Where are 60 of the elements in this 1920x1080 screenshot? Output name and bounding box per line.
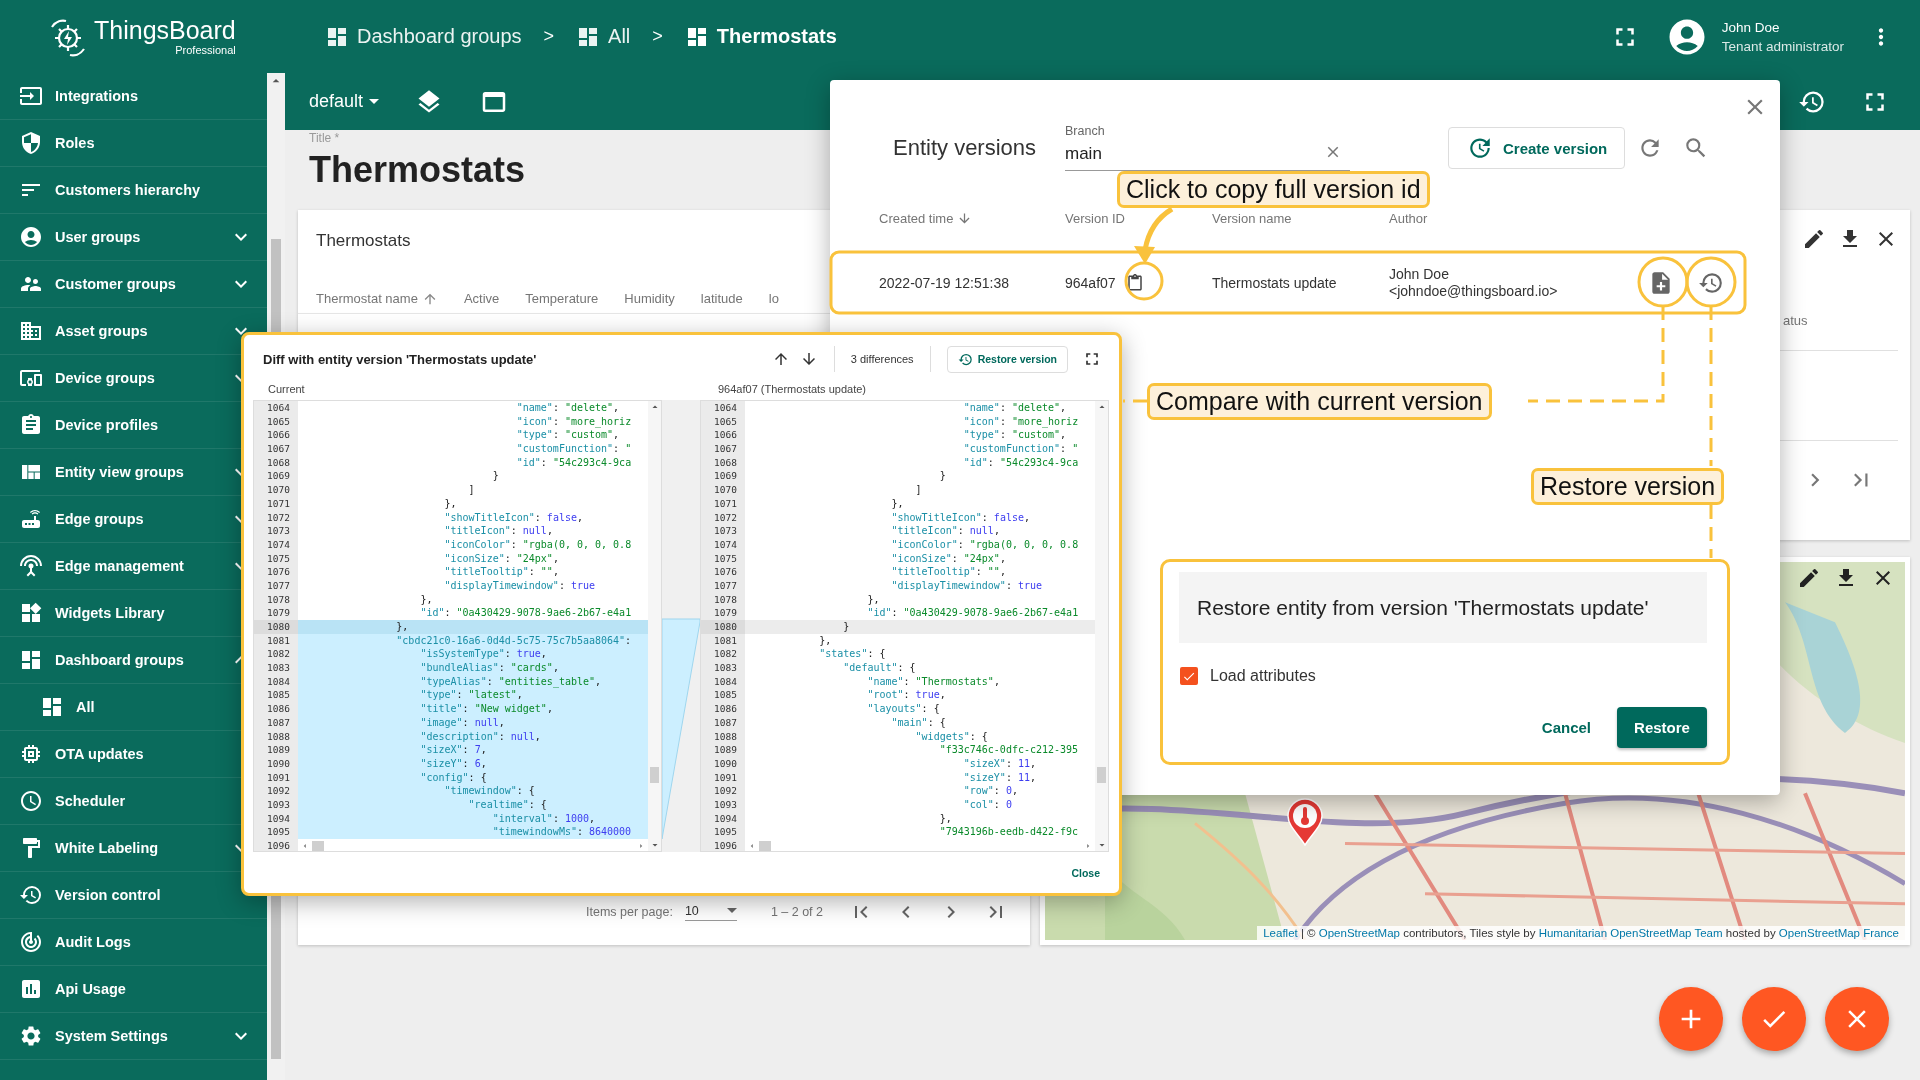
line-number: 1086 (701, 702, 745, 716)
line-number: 1076 (701, 565, 745, 579)
panel-label: Current (268, 383, 306, 397)
differences-count: 3 differences (850, 353, 914, 365)
line-number: 1089 (701, 743, 745, 757)
line-number: 1067 (254, 442, 298, 456)
line-number: 1096 (254, 839, 298, 851)
line-number: 1064 (254, 401, 298, 415)
line-number: 1069 (254, 469, 298, 484)
line-number: 1083 (701, 661, 745, 675)
logo-edition: Professional (175, 44, 236, 56)
widget-title: Thermostats (316, 230, 411, 252)
breadcrumb-separator: > (652, 26, 663, 47)
table-cell: 964af07 (1065, 274, 1116, 291)
line-number: 1092 (254, 784, 298, 798)
dialog-title: Entity versions (893, 135, 1038, 161)
page-range: 1 – 2 of 2 (770, 905, 823, 919)
field-label: Title * (309, 131, 340, 145)
checkbox-label: Load attributes (1210, 667, 1316, 685)
line-number: 1083 (254, 661, 298, 675)
breadcrumb-separator: > (543, 26, 555, 47)
map-attribution: Leaflet | © OpenStreetMap contributors, Tiles style by Humanitarian OpenStreetMap Team hosted by OpenStreetMap France (1257, 926, 1905, 940)
panel-label: 964af07 (Thermostats update) (718, 383, 867, 397)
line-number: 1067 (701, 442, 745, 456)
line-number: 1080 (254, 620, 298, 634)
line-number: 1079 (254, 606, 298, 620)
paginator-label: Items per page: (586, 905, 673, 919)
dialog-title: Restore entity from version 'Thermostats update' (1179, 572, 1707, 643)
line-number: 1086 (254, 702, 298, 716)
line-number: 1073 (254, 524, 298, 538)
line-number: 1066 (254, 428, 298, 443)
line-number: 1082 (701, 647, 745, 662)
dashboard-title: Thermostats (309, 148, 526, 192)
line-number: 1066 (701, 428, 745, 443)
table-cell-text: Thermostats update (1212, 274, 1338, 291)
line-number: 1085 (254, 688, 298, 703)
line-number: 1079 (701, 606, 745, 620)
table-cell-text: 2022-07-19 12:51:38 (879, 274, 1010, 291)
callout: Click to copy full version id (1117, 171, 1430, 208)
line-number: 1085 (701, 688, 745, 703)
line-number: 1092 (701, 784, 745, 798)
callout: Restore version (1531, 468, 1725, 505)
line-number: 1095 (701, 825, 745, 839)
user-role: Tenant administrator (1721, 38, 1844, 54)
line-number: 1080 (701, 620, 745, 634)
callout: Compare with current version (1147, 383, 1492, 420)
line-number: 1096 (701, 839, 745, 851)
line-number: 1095 (254, 825, 298, 839)
author-name: John Doe (1389, 265, 1450, 283)
line-number: 1064 (701, 401, 745, 415)
line-number: 1082 (254, 647, 298, 662)
line-number: 1076 (254, 565, 298, 579)
author-email: <johndoe@thingsboard.io> (1389, 282, 1559, 300)
line-number: 1073 (701, 524, 745, 538)
line-number: 1069 (701, 469, 745, 484)
user-name: John Doe (1721, 19, 1781, 35)
line-number: 1089 (254, 743, 298, 757)
line-number: 1070 (254, 483, 298, 497)
line-number: 1070 (701, 483, 745, 497)
logo-name: ThingsBoard (94, 17, 236, 44)
